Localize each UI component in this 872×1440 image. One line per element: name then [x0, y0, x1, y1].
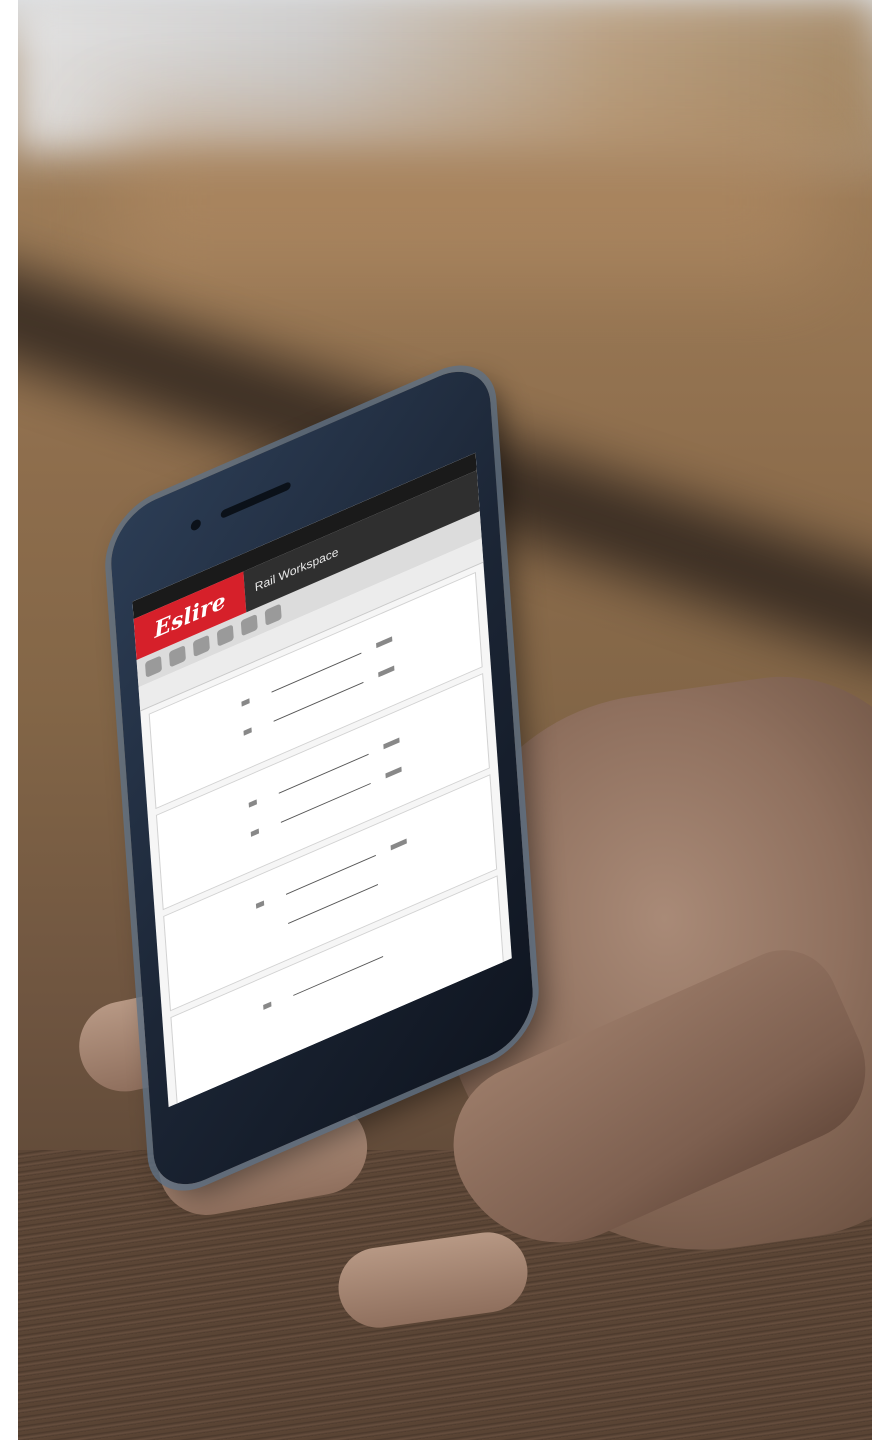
toolbar-icon[interactable] — [216, 624, 234, 647]
text-blur — [383, 737, 400, 750]
route-arrow — [278, 753, 369, 794]
text-blur — [250, 828, 260, 837]
route-arrow — [280, 782, 371, 823]
route-arrow — [286, 854, 376, 895]
toolbar-icon[interactable] — [264, 603, 282, 626]
text-blur — [385, 766, 402, 779]
toolbar-icon[interactable] — [192, 634, 210, 658]
route-arrow — [293, 956, 384, 996]
text-blur — [263, 1001, 272, 1010]
text-blur — [255, 900, 265, 909]
text-blur — [376, 636, 393, 649]
text-blur — [248, 799, 257, 808]
route-arrow — [271, 652, 362, 693]
route-arrow — [273, 681, 364, 722]
toolbar-icon[interactable] — [240, 613, 258, 637]
text-blur — [243, 727, 252, 736]
route-arrow — [288, 884, 378, 924]
toolbar-icon[interactable] — [168, 645, 186, 668]
text-blur — [241, 698, 250, 707]
text-blur — [378, 665, 395, 678]
blurred-shelf — [118, 120, 818, 280]
text-blur — [390, 838, 407, 851]
photo-background: Eslire Rail Workspace — [18, 0, 872, 1440]
toolbar-icon[interactable] — [144, 655, 163, 678]
